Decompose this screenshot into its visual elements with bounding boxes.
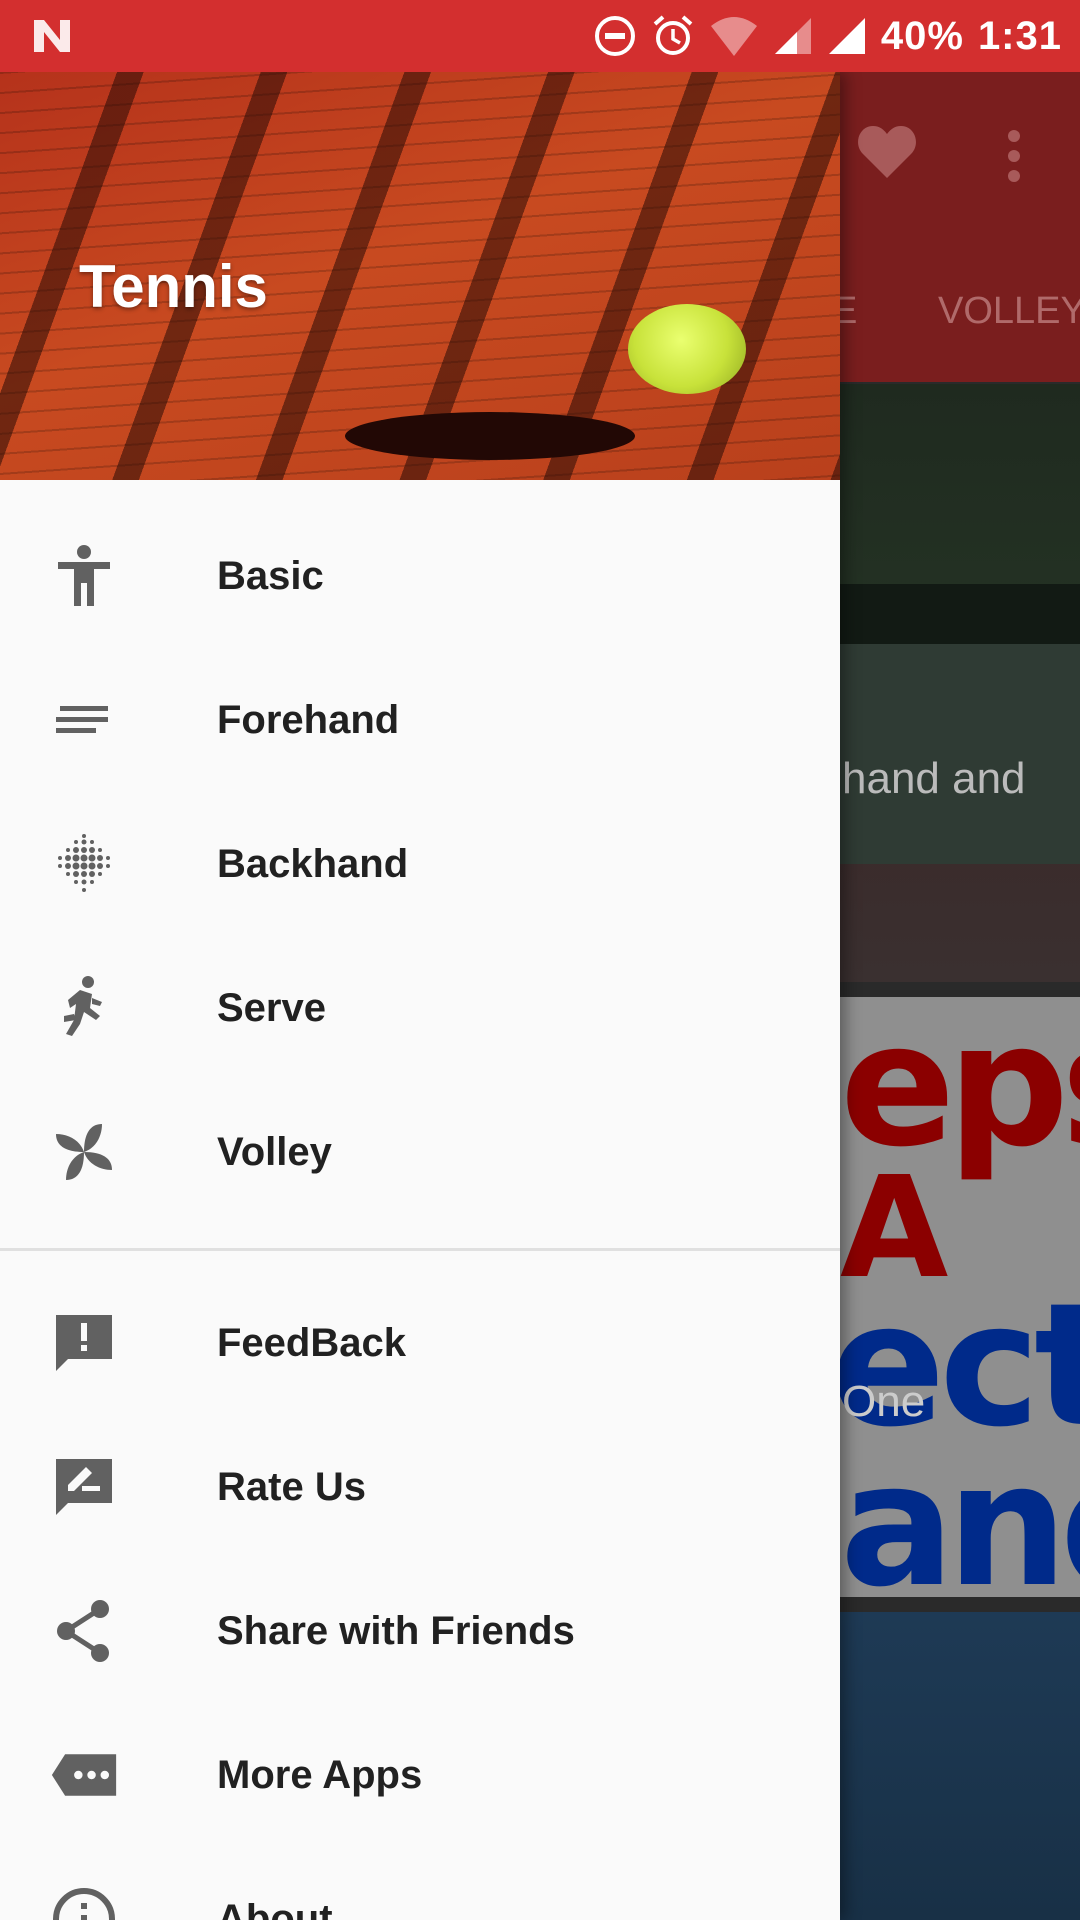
menu-item-label: Volley xyxy=(217,1129,332,1174)
tennis-ball-image xyxy=(628,304,746,394)
menu-item-volley[interactable]: Volley xyxy=(0,1080,840,1224)
menu-item-backhand[interactable]: Backhand xyxy=(0,792,840,936)
info-icon xyxy=(50,1885,118,1920)
dots-grid-icon xyxy=(50,830,118,898)
dnd-icon xyxy=(594,16,635,56)
tab-volley[interactable]: VOLLEY xyxy=(938,290,1080,333)
video-card[interactable]: eps A ect and One xyxy=(840,997,1080,1597)
status-bar: 40% 1:31 xyxy=(0,0,1080,72)
card-caption: One xyxy=(842,1377,926,1426)
video-card[interactable] xyxy=(840,1612,1080,1920)
menu-item-about[interactable]: About xyxy=(0,1847,840,1920)
menu-item-label: Backhand xyxy=(217,841,409,886)
short-text-icon xyxy=(50,686,118,754)
rate-review-icon xyxy=(50,1453,118,1521)
menu-item-serve[interactable]: Serve xyxy=(0,936,840,1080)
favorite-icon[interactable] xyxy=(855,122,919,182)
drawer-header: Tennis xyxy=(0,72,840,480)
alarm-icon xyxy=(653,15,693,55)
menu-item-label: Basic xyxy=(217,553,324,598)
thumbnail-text: and xyxy=(840,1427,1080,1597)
menu-item-more-apps[interactable]: More Apps xyxy=(0,1703,840,1847)
wifi-icon xyxy=(710,17,757,56)
battery-level: 40% xyxy=(880,13,964,58)
feedback-icon xyxy=(50,1309,118,1377)
menu-item-rate-us[interactable]: Rate Us xyxy=(0,1415,840,1559)
share-icon xyxy=(50,1597,118,1665)
signal-icon-2 xyxy=(828,18,865,54)
run-icon xyxy=(50,974,118,1042)
menu-item-label: Rate Us xyxy=(217,1464,366,1509)
menu-item-basic[interactable]: Basic xyxy=(0,504,840,648)
pinwheel-icon xyxy=(50,1118,118,1186)
signal-icon xyxy=(774,18,811,54)
menu-item-label: Forehand xyxy=(217,697,400,742)
accessibility-icon xyxy=(50,542,118,610)
n-logo-icon xyxy=(34,20,70,52)
more-apps-icon xyxy=(50,1741,118,1809)
menu-item-forehand[interactable]: Forehand xyxy=(0,648,840,792)
clock: 1:31 xyxy=(977,13,1062,58)
menu-item-share[interactable]: Share with Friends xyxy=(0,1559,840,1703)
card-caption: hand and xyxy=(842,754,1026,803)
drawer-title: Tennis xyxy=(79,253,268,320)
menu-item-label: Serve xyxy=(217,985,326,1030)
menu-item-label: More Apps xyxy=(217,1752,423,1797)
video-card[interactable]: hand and xyxy=(840,384,1080,982)
menu-divider xyxy=(0,1248,840,1251)
more-vert-icon[interactable] xyxy=(1000,128,1028,184)
menu-item-label: FeedBack xyxy=(217,1320,406,1365)
menu-item-feedback[interactable]: FeedBack xyxy=(0,1271,840,1415)
menu-item-label: Share with Friends xyxy=(217,1608,575,1653)
menu-item-label: About xyxy=(217,1896,333,1920)
navigation-drawer: Tennis Basic Forehand Backhand Serve Vol… xyxy=(0,72,840,1920)
